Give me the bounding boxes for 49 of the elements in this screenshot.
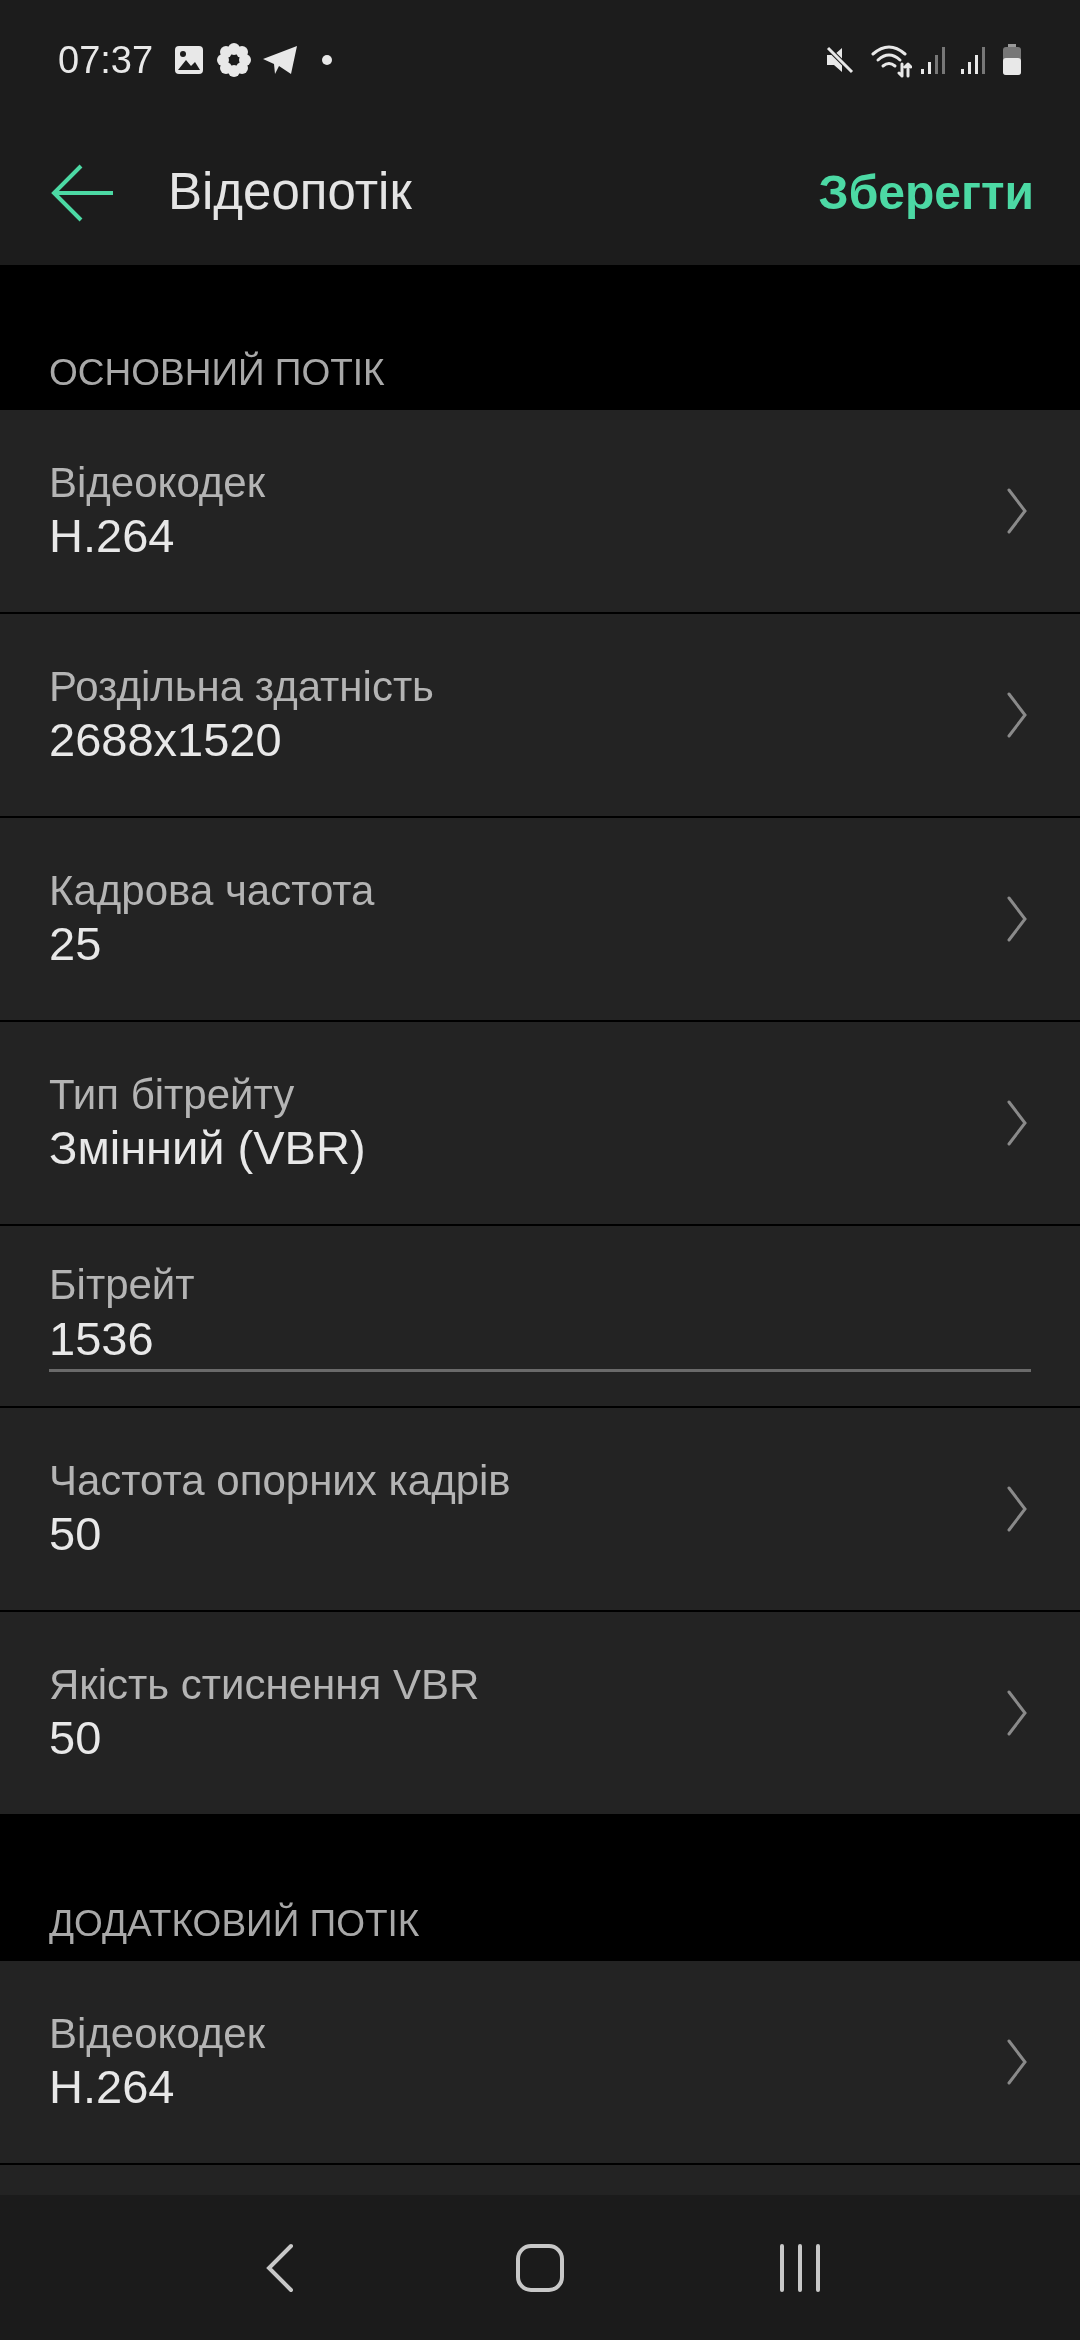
setting-value: Змінний (VBR) [49, 1120, 367, 1176]
chevron-right-icon [1006, 1099, 1028, 1147]
home-icon [515, 2242, 565, 2293]
wifi-icon [870, 42, 912, 78]
setting-row[interactable]: Тип бітрейту Змінний (VBR) [0, 1022, 1080, 1226]
setting-row[interactable]: Відеокодек H.264 [0, 1961, 1080, 2165]
setting-value: H.264 [49, 508, 176, 564]
recents-icon [778, 2242, 822, 2293]
back-arrow-icon [51, 162, 115, 223]
setting-label: Роздільна здатність [49, 661, 435, 712]
setting-label: Відеокодек [49, 457, 267, 508]
setting-label: Кадрова частота [49, 865, 376, 916]
screen-title: Відеопотік [168, 162, 412, 223]
image-icon [173, 44, 206, 76]
flower-icon [215, 41, 254, 79]
bitrate-input-field[interactable]: 1536 [49, 1310, 1031, 1372]
bitrate-field-row[interactable]: Бітрейт 1536 [0, 1226, 1080, 1408]
signal-icon [960, 45, 988, 75]
setting-label: Бітрейт [49, 1260, 196, 1311]
setting-label: Частота опорних кадрів [49, 1455, 512, 1506]
setting-label: Якість стиснення VBR [49, 1659, 481, 1710]
setting-row[interactable]: Відеокодек H.264 [0, 410, 1080, 614]
setting-label: Тип бітрейту [49, 1069, 296, 1120]
chevron-right-icon [1006, 691, 1028, 739]
section-header: ДОДАТКОВИЙ ПОТІК [49, 1901, 420, 1946]
setting-value: 25 [49, 916, 103, 972]
save-button[interactable]: Зберегти [818, 156, 1034, 229]
setting-label: Відеокодек [49, 2008, 267, 2059]
status-time: 07:37 [58, 37, 154, 83]
setting-value: H.264 [49, 2059, 176, 2115]
chevron-right-icon [1006, 487, 1028, 535]
setting-row[interactable]: Частота опорних кадрів 50 [0, 1408, 1080, 1612]
dot-icon [321, 54, 334, 66]
setting-value: 2688x1520 [49, 712, 283, 768]
mute-icon [824, 44, 856, 76]
chevron-right-icon [1006, 1485, 1028, 1533]
setting-row[interactable]: Роздільна здатність 2688x1520 [0, 614, 1080, 818]
chevron-right-icon [1006, 2038, 1028, 2086]
paper-plane-icon [261, 44, 300, 76]
battery-icon [1002, 44, 1022, 76]
setting-row[interactable]: Кадрова частота 25 [0, 818, 1080, 1022]
section-header: ОСНОВНИЙ ПОТІК [49, 350, 385, 395]
chevron-right-icon [1006, 1689, 1028, 1737]
signal-icon [920, 45, 948, 75]
setting-row[interactable]: Якість стиснення VBR 50 [0, 1612, 1080, 1816]
chevron-right-icon [1006, 895, 1028, 943]
setting-value: 50 [49, 1710, 103, 1766]
back-icon [265, 2242, 295, 2293]
setting-value: 50 [49, 1506, 103, 1562]
